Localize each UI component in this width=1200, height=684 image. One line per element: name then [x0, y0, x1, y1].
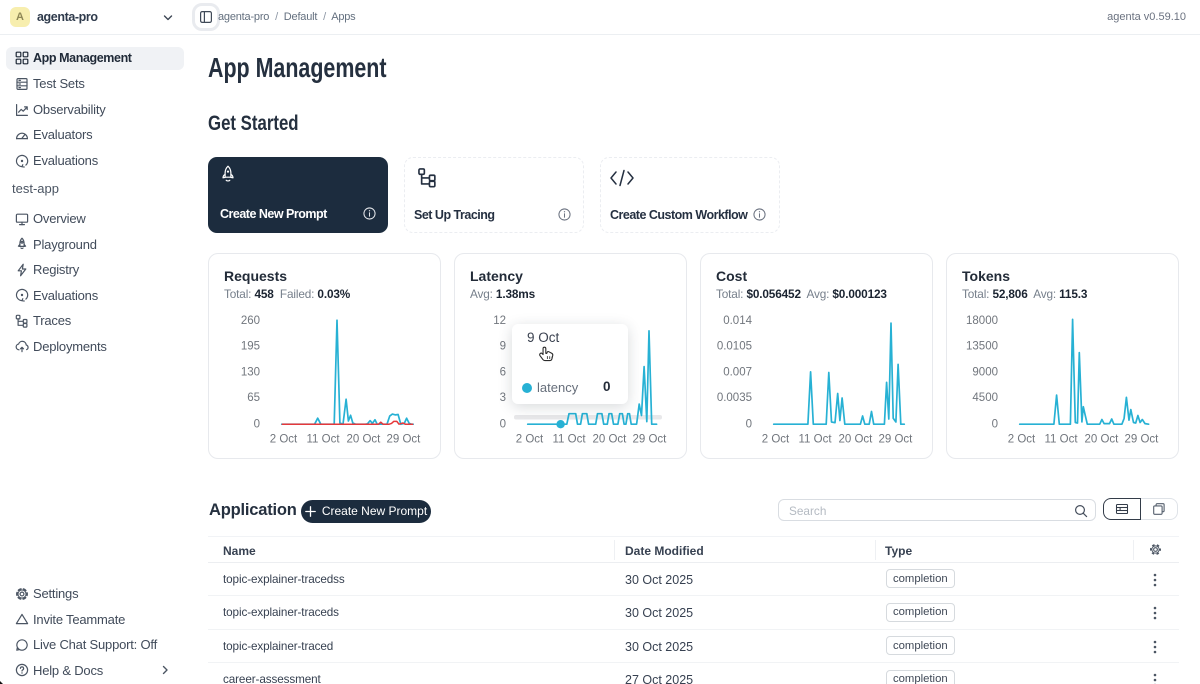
svg-text:9: 9 [500, 341, 506, 353]
svg-text:29 Oct: 29 Oct [632, 434, 667, 446]
svg-text:0: 0 [500, 419, 506, 431]
svg-text:0: 0 [746, 419, 752, 431]
svg-text:20 Oct: 20 Oct [838, 434, 873, 446]
svg-text:0: 0 [254, 419, 260, 431]
svg-text:20 Oct: 20 Oct [1084, 434, 1119, 446]
svg-text:130: 130 [241, 366, 260, 378]
svg-text:0.0035: 0.0035 [717, 392, 752, 404]
svg-text:11 Oct: 11 Oct [798, 434, 832, 446]
svg-text:2 Oct: 2 Oct [516, 434, 544, 446]
svg-text:11 Oct: 11 Oct [552, 434, 586, 446]
svg-text:65: 65 [247, 392, 260, 404]
svg-text:2 Oct: 2 Oct [270, 434, 298, 446]
svg-text:2 Oct: 2 Oct [762, 434, 790, 446]
svg-text:0.0105: 0.0105 [717, 341, 752, 353]
svg-text:29 Oct: 29 Oct [1124, 434, 1159, 446]
svg-text:18000: 18000 [966, 315, 998, 327]
svg-text:0.014: 0.014 [723, 315, 752, 327]
svg-text:29 Oct: 29 Oct [878, 434, 913, 446]
svg-text:11 Oct: 11 Oct [1044, 434, 1078, 446]
svg-text:195: 195 [241, 341, 260, 353]
svg-text:0.007: 0.007 [723, 366, 752, 378]
svg-text:11 Oct: 11 Oct [306, 434, 340, 446]
svg-text:29 Oct: 29 Oct [386, 434, 421, 446]
svg-text:12: 12 [493, 315, 506, 327]
svg-text:4500: 4500 [972, 392, 998, 404]
svg-text:260: 260 [241, 315, 260, 327]
svg-text:20 Oct: 20 Oct [346, 434, 381, 446]
svg-text:13500: 13500 [966, 341, 998, 353]
svg-text:20 Oct: 20 Oct [592, 434, 627, 446]
svg-text:2 Oct: 2 Oct [1008, 434, 1036, 446]
svg-text:9000: 9000 [972, 366, 998, 378]
svg-text:3: 3 [500, 392, 506, 404]
svg-text:0: 0 [992, 419, 998, 431]
svg-text:6: 6 [500, 366, 506, 378]
